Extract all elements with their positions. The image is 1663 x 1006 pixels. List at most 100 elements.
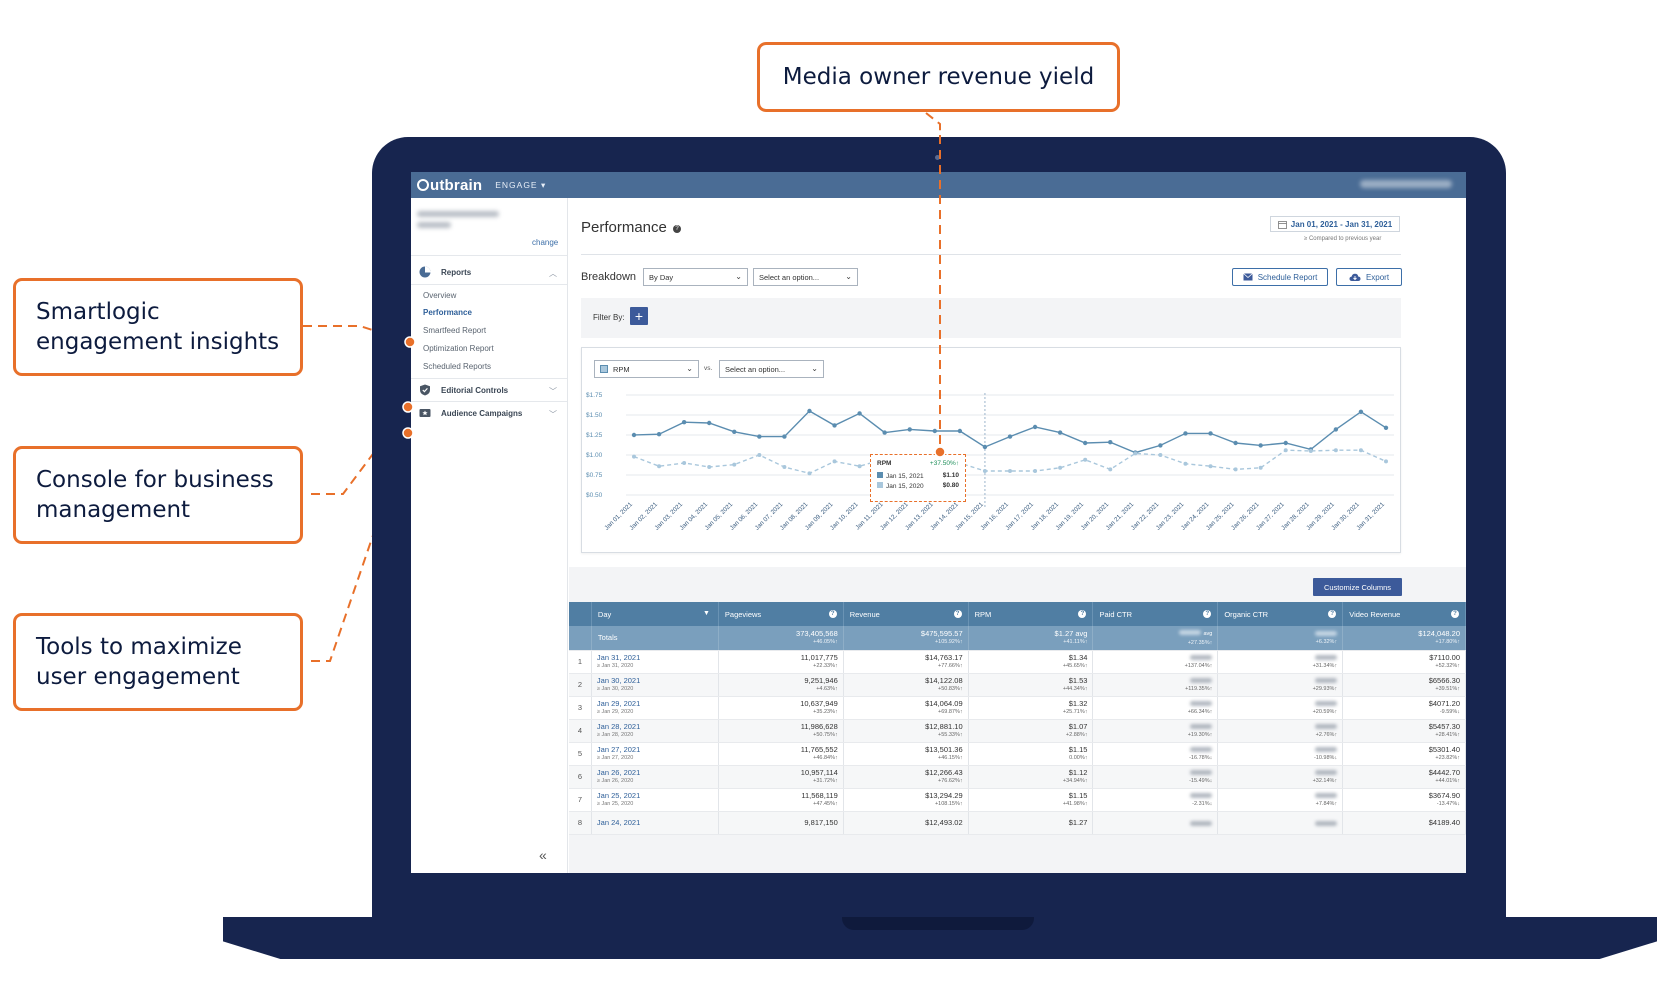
row-pageviews-change: +46.84%↑ bbox=[813, 754, 838, 761]
row-day[interactable]: Jan 28, 2021 ≥ Jan 28, 2020 bbox=[591, 719, 719, 743]
customize-columns-button[interactable]: Customize Columns bbox=[1313, 578, 1402, 596]
row-day[interactable]: Jan 24, 2021 bbox=[591, 811, 719, 835]
series-line-1 bbox=[633, 410, 1387, 454]
app-screen: utbrain ENGAGE ▾ change Reports ︿ Overvi… bbox=[411, 172, 1466, 873]
user-email-blurred[interactable] bbox=[1360, 180, 1452, 188]
tooltip-change: +37.50%↑ bbox=[929, 460, 959, 467]
export-button[interactable]: Export bbox=[1336, 268, 1402, 286]
row-date-link[interactable]: Jan 26, 2021 bbox=[597, 768, 713, 777]
outbrain-logo[interactable]: utbrain bbox=[417, 177, 482, 194]
row-rpm-value: $1.34 bbox=[1068, 652, 1088, 662]
row-day[interactable]: Jan 26, 2021 ≥ Jan 26, 2020 bbox=[591, 765, 719, 789]
row-revenue-value: $12,881.10 bbox=[925, 721, 963, 731]
tooltip-title: RPM bbox=[877, 460, 892, 467]
row-rpm: $1.12 +34.94%↑ bbox=[968, 765, 1094, 789]
totals-revenue-change: +105.92%↑ bbox=[934, 638, 963, 645]
callout-media-owner: Media owner revenue yield bbox=[757, 42, 1120, 112]
row-date-link[interactable]: Jan 31, 2021 bbox=[597, 653, 713, 662]
blurred-value bbox=[1190, 770, 1213, 776]
compare-note: ≥ Compared to previous year bbox=[1304, 236, 1382, 242]
data-point bbox=[1183, 461, 1188, 466]
help-icon[interactable]: ? bbox=[1203, 610, 1212, 618]
row-pageviews-value: 9,251,946 bbox=[804, 675, 838, 685]
nav-item-optimization-report[interactable]: Optimization Report bbox=[423, 344, 494, 353]
chart-tooltip: RPM +37.50%↑ Jan 15, 2021 $1.10 Jan 15, … bbox=[870, 454, 966, 502]
totals-pageviews-value: 373,405,568 bbox=[796, 628, 838, 638]
nav-item-performance[interactable]: Performance bbox=[423, 308, 472, 317]
chevron-up-icon[interactable]: ︿ bbox=[549, 268, 557, 279]
row-video-revenue-change: +44.01%↑ bbox=[1435, 777, 1460, 784]
row-paid-ctr: -16.78%↓ bbox=[1092, 742, 1219, 766]
row-date-link[interactable]: Jan 25, 2021 bbox=[597, 791, 713, 800]
row-revenue: $14,122.08 +50.83%↑ bbox=[843, 673, 969, 697]
row-revenue: $13,294.29 +108.15%↑ bbox=[843, 788, 969, 812]
divider bbox=[411, 378, 567, 379]
table-row: 8 Jan 24, 2021 9,817,150 $12,493.02 $1.27 $41… bbox=[569, 811, 1466, 835]
row-pageviews-change: +22.33%↑ bbox=[813, 662, 838, 669]
product-switcher[interactable]: ENGAGE ▾ bbox=[495, 180, 546, 191]
nav-reports[interactable]: Reports bbox=[419, 266, 471, 278]
column-header-rpm[interactable]: RPM? bbox=[968, 602, 1094, 626]
column-header-pageviews[interactable]: Pageviews? bbox=[718, 602, 844, 626]
data-point bbox=[682, 461, 687, 465]
schedule-report-button[interactable]: Schedule Report bbox=[1232, 268, 1328, 286]
collapse-sidebar-button[interactable]: « bbox=[539, 847, 547, 863]
chevron-down-icon[interactable]: ﹀ bbox=[549, 386, 557, 397]
data-point bbox=[1208, 464, 1213, 469]
help-icon[interactable]: ? bbox=[953, 610, 962, 618]
nav-reports-label: Reports bbox=[441, 267, 472, 277]
blurred-value bbox=[1315, 820, 1338, 826]
row-organic-ctr: +32.14%↑ bbox=[1217, 765, 1344, 789]
row-rpm: $1.27 bbox=[968, 811, 1094, 835]
row-pageviews-value: 9,817,150 bbox=[804, 818, 838, 827]
row-rpm-change: +2.88%↑ bbox=[1065, 731, 1088, 738]
data-point bbox=[1233, 467, 1238, 472]
row-date-link[interactable]: Jan 28, 2021 bbox=[597, 722, 713, 731]
table-area: Customize Columns Day ▼ Pageviews? Revenu… bbox=[569, 567, 1466, 873]
nav-item-overview[interactable]: Overview bbox=[423, 291, 456, 300]
nav-audience-campaigns[interactable]: Audience Campaigns bbox=[419, 407, 522, 419]
nav-item-scheduled-reports[interactable]: Scheduled Reports bbox=[423, 362, 491, 371]
row-date-link[interactable]: Jan 30, 2021 bbox=[597, 676, 713, 685]
nav-editorial-controls[interactable]: Editorial Controls bbox=[419, 384, 508, 396]
add-filter-button[interactable]: + bbox=[630, 307, 648, 325]
help-icon[interactable]: ? bbox=[828, 610, 837, 618]
date-range-picker[interactable]: Jan 01, 2021 - Jan 31, 2021 bbox=[1270, 216, 1400, 232]
chevron-down-icon[interactable]: ﹀ bbox=[549, 409, 557, 420]
row-day[interactable]: Jan 27, 2021 ≥ Jan 27, 2020 bbox=[591, 742, 719, 766]
logo-o-icon bbox=[417, 179, 429, 191]
row-day[interactable]: Jan 30, 2021 ≥ Jan 30, 2020 bbox=[591, 673, 719, 697]
row-date-link[interactable]: Jan 29, 2021 bbox=[597, 699, 713, 708]
row-organic-ctr: -10.98%↓ bbox=[1217, 742, 1344, 766]
data-point bbox=[732, 429, 737, 434]
blurred-value bbox=[1190, 724, 1213, 730]
row-paid-ctr-change: +137.04%↑ bbox=[1184, 662, 1213, 669]
column-header-day[interactable]: Day ▼ bbox=[591, 602, 719, 626]
secondary-breakdown-select[interactable]: Select an option... ⌄ bbox=[753, 268, 858, 286]
row-rpm-value: $1.15 bbox=[1068, 744, 1088, 754]
row-compare-date: ≥ Jan 25, 2020 bbox=[596, 800, 634, 807]
change-account-link[interactable]: change bbox=[532, 238, 558, 247]
column-header-revenue[interactable]: Revenue? bbox=[843, 602, 969, 626]
row-revenue-change: +50.83%↑ bbox=[938, 685, 963, 692]
help-icon[interactable]: ? bbox=[1451, 610, 1459, 618]
row-day[interactable]: Jan 31, 2021 ≥ Jan 31, 2020 bbox=[591, 650, 719, 674]
row-video-revenue-change: -13.47%↓ bbox=[1436, 800, 1460, 807]
column-header-paid-ctr[interactable]: Paid CTR? bbox=[1092, 602, 1219, 626]
envelope-icon bbox=[1242, 273, 1253, 281]
swatch-2021 bbox=[877, 472, 883, 478]
help-icon[interactable]: ? bbox=[1078, 610, 1087, 618]
breakdown-select[interactable]: By Day ⌄ bbox=[643, 268, 748, 286]
column-header-organic-ctr[interactable]: Organic CTR? bbox=[1217, 602, 1344, 626]
row-video-revenue-change: +52.32%↑ bbox=[1435, 662, 1460, 669]
row-day[interactable]: Jan 25, 2021 ≥ Jan 25, 2020 bbox=[591, 788, 719, 812]
page-title: Performance ? bbox=[581, 219, 682, 236]
column-header-video-revenue[interactable]: Video Revenue? bbox=[1342, 602, 1466, 626]
row-day[interactable]: Jan 29, 2021 ≥ Jan 29, 2020 bbox=[591, 696, 719, 720]
help-icon[interactable]: ? bbox=[1328, 610, 1337, 618]
row-date-link[interactable]: Jan 27, 2021 bbox=[597, 745, 713, 754]
row-date-link[interactable]: Jan 24, 2021 bbox=[597, 818, 713, 827]
nav-item-smartfeed-report[interactable]: Smartfeed Report bbox=[423, 326, 486, 335]
row-video-revenue-change: -9.59%↓ bbox=[1439, 708, 1460, 715]
help-icon[interactable]: ? bbox=[673, 225, 682, 233]
